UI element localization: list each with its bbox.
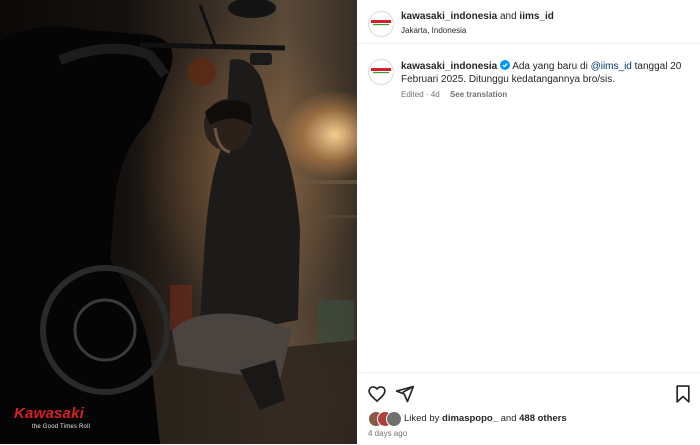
see-translation-button[interactable]: See translation	[450, 90, 507, 99]
header-and: and	[499, 11, 517, 22]
post-sidebar: kawasaki_indonesia and iims_id Jakarta, …	[357, 0, 700, 444]
avatar[interactable]	[368, 11, 394, 37]
likes-text: Liked by dimaspopo_ and 488 others	[404, 413, 567, 424]
caption-body-start: Ada yang baru di	[512, 61, 591, 72]
brand-tagline: the Good Times Roll	[32, 424, 91, 430]
kawasaki-logo-icon	[371, 68, 391, 74]
heart-icon[interactable]	[367, 384, 387, 404]
likes-and: and	[500, 413, 517, 424]
brand-name: Kawasaki	[14, 405, 84, 422]
post-photo[interactable]: Kawasaki the Good Times Roll	[0, 0, 357, 444]
caption-meta: Edited · 4d See translation	[401, 90, 507, 99]
post-header: kawasaki_indonesia and iims_id Jakarta, …	[357, 0, 700, 44]
kawasaki-logo-icon	[371, 20, 391, 26]
likes-others-count[interactable]: 488 others	[519, 413, 567, 424]
header-location[interactable]: Jakarta, Indonesia	[401, 26, 466, 35]
bookmark-icon[interactable]	[673, 384, 693, 404]
liker-username[interactable]: dimaspopo_	[442, 413, 498, 424]
caption-text: kawasaki_indonesia Ada yang baru di @iim…	[401, 60, 691, 86]
post-timestamp[interactable]: 4 days ago	[368, 429, 407, 438]
header-collab-username[interactable]: iims_id	[519, 11, 553, 22]
liker-avatars[interactable]	[368, 411, 402, 427]
verified-badge-icon	[499, 60, 510, 70]
caption-username[interactable]: kawasaki_indonesia	[401, 61, 497, 72]
avatar	[386, 411, 402, 427]
post-actions: Liked by dimaspopo_ and 488 others 4 day…	[357, 372, 700, 445]
caption-time[interactable]: 4d	[431, 90, 440, 99]
caption-mention[interactable]: @iims_id	[591, 61, 632, 72]
caption-avatar[interactable]	[368, 59, 394, 85]
edited-label: Edited	[401, 90, 424, 99]
header-username[interactable]: kawasaki_indonesia	[401, 11, 497, 22]
liked-by-label: Liked by	[404, 413, 440, 424]
meta-separator: ·	[425, 90, 429, 99]
header-title: kawasaki_indonesia and iims_id	[401, 11, 554, 22]
kawasaki-brand-logo: Kawasaki the Good Times Roll	[14, 406, 90, 430]
photo-scene	[0, 0, 357, 444]
paper-plane-icon[interactable]	[395, 384, 415, 404]
